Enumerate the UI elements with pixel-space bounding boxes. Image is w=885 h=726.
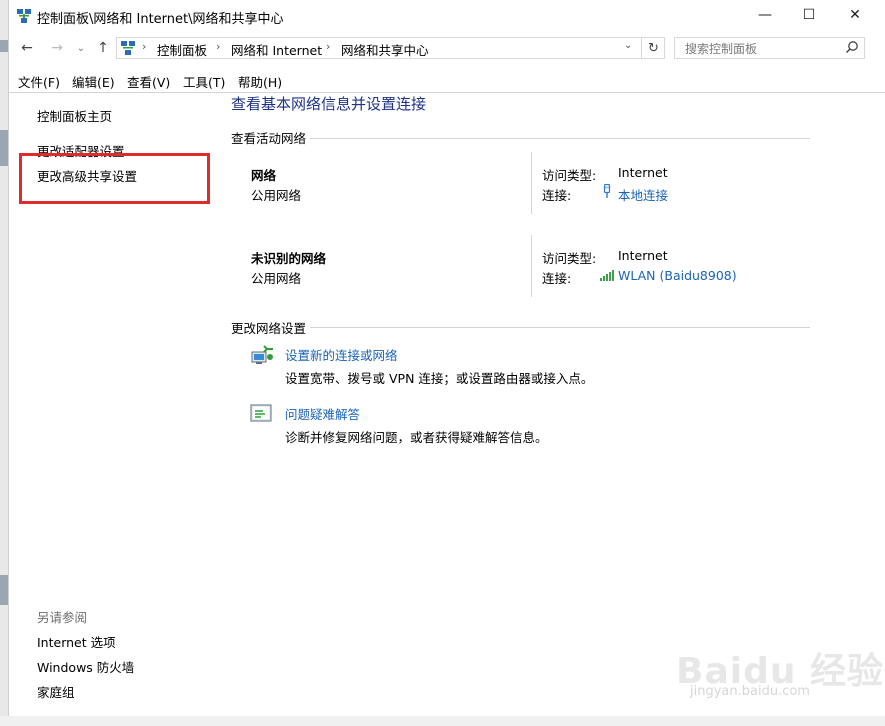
wifi-signal-icon <box>600 270 614 281</box>
ethernet-icon <box>603 184 611 198</box>
highlight-box <box>19 153 210 204</box>
local-connection-link[interactable]: 本地连接 <box>618 185 668 204</box>
minimize-button[interactable]: — <box>742 0 788 30</box>
breadcrumb-separator[interactable]: › <box>326 40 330 53</box>
sidebar-link-control-panel-home[interactable]: 控制面板主页 <box>37 106 112 125</box>
maximize-button[interactable]: ☐ <box>786 0 832 30</box>
network-sharing-center-icon <box>17 9 31 23</box>
access-type-label: 访问类型: <box>542 251 597 266</box>
desktop-background <box>0 716 885 726</box>
recent-locations-button[interactable]: ⌄ <box>70 38 92 58</box>
search-icon[interactable] <box>845 40 859 54</box>
page-title: 查看基本网络信息并设置连接 <box>231 95 427 113</box>
menu-help[interactable]: 帮助(H) <box>238 72 282 90</box>
section-divider <box>310 138 810 139</box>
network-type: 公用网络 <box>251 271 302 286</box>
troubleshoot-problems-link[interactable]: 问题疑难解答 <box>285 404 360 423</box>
control-panel-icon <box>121 41 135 55</box>
active-networks-heading: 查看活动网络 <box>231 131 307 146</box>
breadcrumb-control-panel[interactable]: 控制面板 <box>157 40 207 59</box>
up-button[interactable]: ↑ <box>92 38 114 58</box>
menu-divider <box>8 92 885 93</box>
access-type-label: 访问类型: <box>542 168 597 183</box>
watermark-url: jingyan.baidu.com <box>690 684 810 699</box>
change-settings-heading: 更改网络设置 <box>231 321 307 336</box>
close-button[interactable]: ✕ <box>832 0 878 30</box>
troubleshoot-description: 诊断并修复网络问题，或者获得疑难解答信息。 <box>285 430 548 445</box>
window-title: 控制面板\网络和 Internet\网络和共享中心 <box>37 12 284 27</box>
breadcrumb-separator[interactable]: › <box>142 40 146 53</box>
section-divider <box>310 327 810 328</box>
breadcrumb-separator[interactable]: › <box>216 40 220 53</box>
search-box[interactable] <box>674 37 865 59</box>
network-divider <box>531 152 532 214</box>
back-button[interactable]: ← <box>16 38 38 58</box>
see-also-homegroup[interactable]: 家庭组 <box>37 682 75 701</box>
network-divider <box>531 235 532 297</box>
wlan-connection-link[interactable]: WLAN (Baidu8908) <box>618 268 737 283</box>
see-also-internet-options[interactable]: Internet 选项 <box>37 632 116 651</box>
menu-view[interactable]: 查看(V) <box>127 72 170 90</box>
setup-new-connection-link[interactable]: 设置新的连接或网络 <box>285 345 398 364</box>
access-type-value: Internet <box>618 165 668 180</box>
access-type-value: Internet <box>618 248 668 263</box>
network-type: 公用网络 <box>251 188 302 203</box>
window <box>8 0 885 716</box>
setup-new-connection-description: 设置宽带、拨号或 VPN 连接；或设置路由器或接入点。 <box>285 371 594 386</box>
search-input[interactable] <box>683 39 847 59</box>
menu-tools[interactable]: 工具(T) <box>183 72 225 90</box>
menu-file[interactable]: 文件(F) <box>18 72 60 90</box>
breadcrumb-network-sharing-center[interactable]: 网络和共享中心 <box>341 40 429 59</box>
network-name: 未识别的网络 <box>251 251 327 266</box>
see-also-windows-firewall[interactable]: Windows 防火墙 <box>37 657 134 676</box>
refresh-button[interactable]: ↻ <box>641 37 665 59</box>
connection-label: 连接: <box>542 271 572 286</box>
new-connection-icon <box>251 345 273 364</box>
forward-button[interactable]: → <box>46 38 68 58</box>
breadcrumb-network-internet[interactable]: 网络和 Internet <box>231 40 322 59</box>
address-dropdown-button[interactable]: ⌄ <box>624 40 632 51</box>
menu-edit[interactable]: 编辑(E) <box>72 72 115 90</box>
background-window-strip <box>0 0 8 726</box>
see-also-title: 另请参阅 <box>37 610 88 625</box>
troubleshoot-icon <box>250 404 272 422</box>
connection-label: 连接: <box>542 188 572 203</box>
network-name: 网络 <box>251 168 277 183</box>
